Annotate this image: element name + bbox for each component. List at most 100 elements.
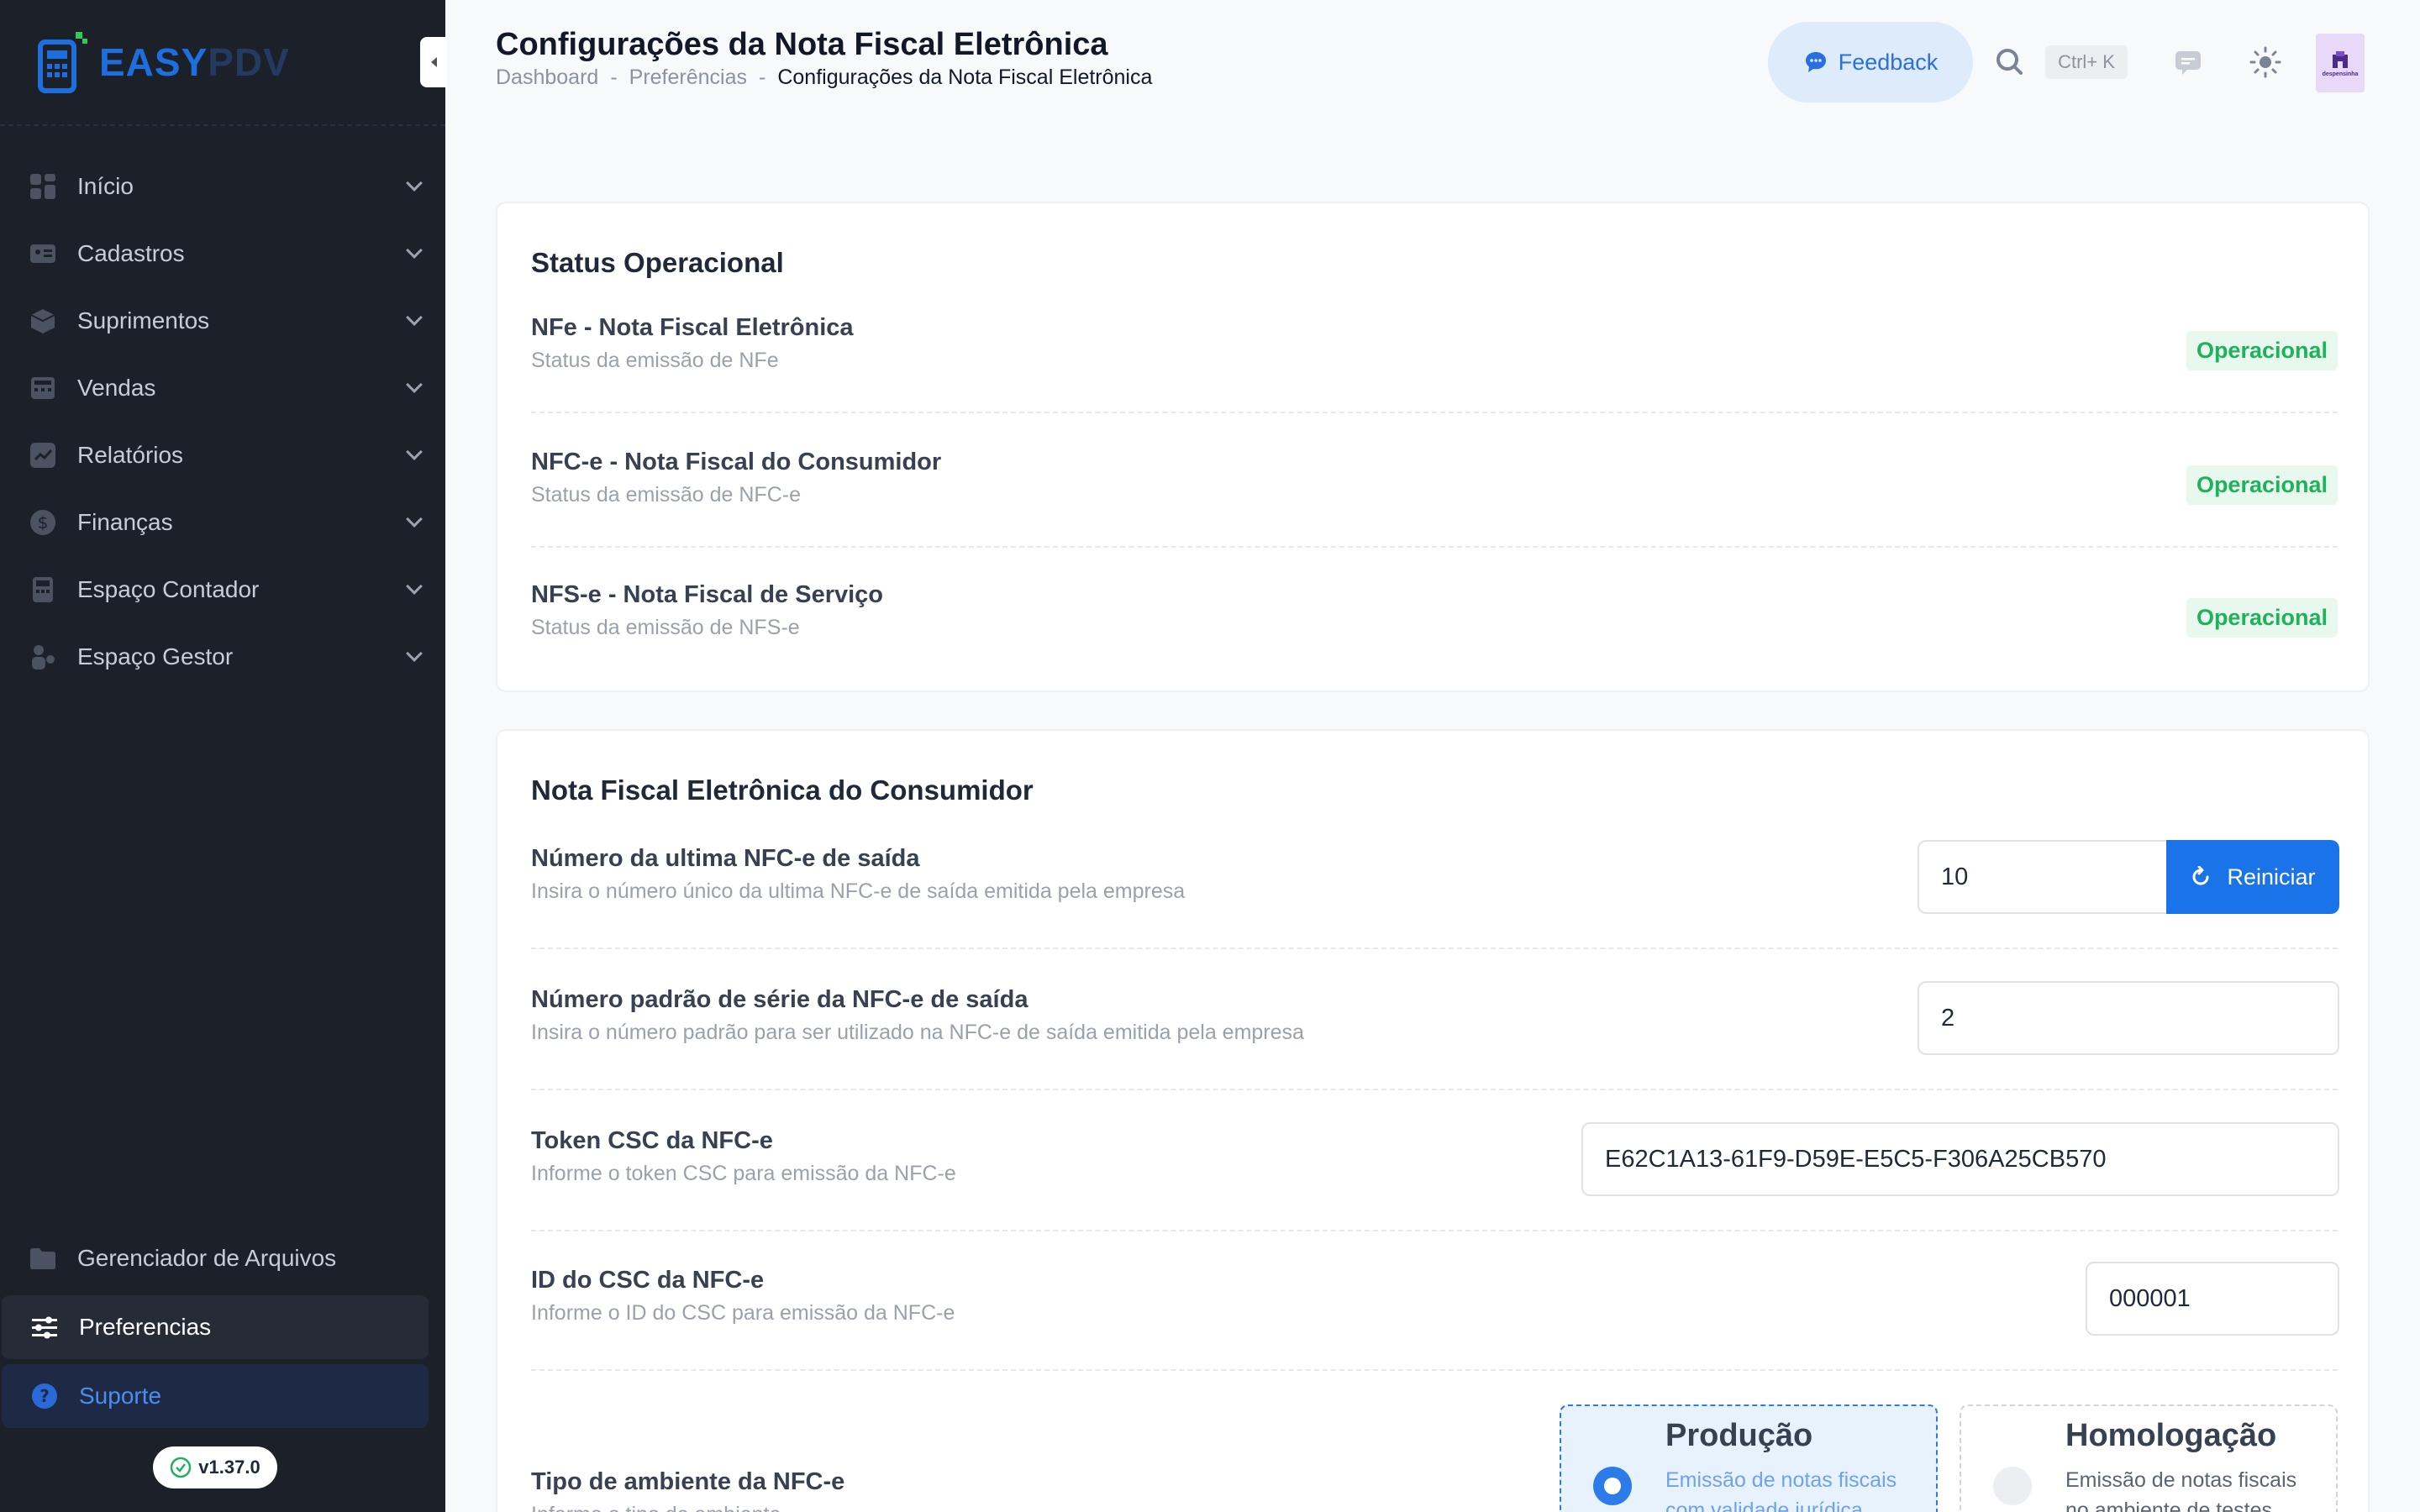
theme-toggle-button[interactable] <box>2247 44 2284 81</box>
sidebar-item-label: Suprimentos <box>77 307 210 333</box>
csc-id-input[interactable]: 000001 <box>2086 1262 2339 1336</box>
chevron-down-icon <box>406 578 423 595</box>
breadcrumb-preferencias[interactable]: Preferências <box>629 66 747 90</box>
sidebar-item-espaco-contador[interactable]: Espaço Contador <box>0 556 445 623</box>
manager-icon <box>29 643 57 671</box>
chevron-down-icon <box>406 175 423 192</box>
status-row-subtitle: Status da emissão de NFe <box>531 349 779 372</box>
sidebar-item-label: Cadastros <box>77 240 185 266</box>
sidebar-item-label: Início <box>77 173 134 199</box>
sidebar-item-inicio[interactable]: Início <box>0 153 445 220</box>
sidebar-item-preferencias[interactable]: Preferencias <box>2 1295 429 1359</box>
help-icon: ? <box>30 1382 59 1410</box>
breadcrumb-separator: - <box>610 66 618 89</box>
brand-easy: EASY <box>99 40 208 84</box>
refresh-icon <box>2193 866 2209 885</box>
environment-option-desc: Emissão de notas fiscais com validade ju… <box>1665 1468 1897 1512</box>
message-icon <box>2175 51 2201 75</box>
last-number-input[interactable]: 10 <box>1918 840 2170 914</box>
nfce-csc-id-row: ID do CSC da NFC-e Informe o ID do CSC p… <box>531 1267 2338 1326</box>
reset-button[interactable]: Reiniciar <box>2166 840 2339 914</box>
status-row-nfse: NFS-e - Nota Fiscal de Serviço Status da… <box>531 581 2338 640</box>
field-description: Informe o ID do CSC para emissão da NFC-… <box>531 1301 955 1325</box>
svg-text:?: ? <box>39 1386 50 1406</box>
sidebar-item-relatorios[interactable]: Relatórios <box>0 422 445 489</box>
notifications-button[interactable] <box>2171 45 2205 79</box>
csc-token-input[interactable]: E62C1A13-61F9-D59E-E5C5-F306A25CB570 <box>1581 1122 2339 1196</box>
reset-button-label: Reiniciar <box>2227 864 2316 890</box>
nfce-card-title: Nota Fiscal Eletrônica do Consumidor <box>531 774 1034 806</box>
sidebar-item-gerenciador-arquivos[interactable]: Gerenciador de Arquivos <box>0 1226 445 1290</box>
field-title: ID do CSC da NFC-e <box>531 1267 765 1294</box>
sidebar-item-financas[interactable]: $ Finanças <box>0 489 445 556</box>
breadcrumb-separator: - <box>759 66 766 89</box>
search-button[interactable] <box>1993 45 2027 79</box>
sliders-icon <box>30 1313 59 1341</box>
environment-option-homologacao[interactable]: Homologação Emissão de notas fiscais no … <box>1960 1404 2338 1512</box>
sidebar: EASYPDV Início Cadastros Suprimentos Ven… <box>0 0 445 1512</box>
status-row-nfe: NFe - Nota Fiscal Eletrônica Status da e… <box>531 314 2338 373</box>
search-icon <box>1996 49 2023 75</box>
row-divider <box>531 1230 2338 1231</box>
sidebar-nav: Início Cadastros Suprimentos Vendas Rela… <box>0 153 445 690</box>
chevron-down-icon <box>406 511 423 528</box>
row-divider <box>531 1089 2338 1090</box>
sidebar-item-label: Preferencias <box>79 1314 212 1340</box>
environment-option-producao[interactable]: Produção Emissão de notas fiscais com va… <box>1560 1404 1938 1512</box>
feedback-label: Feedback <box>1838 49 1939 75</box>
version-text: v1.37.0 <box>198 1457 260 1478</box>
sidebar-item-label: Suporte <box>79 1383 162 1409</box>
store-logo-icon <box>2333 50 2348 68</box>
series-input[interactable]: 2 <box>1918 981 2339 1055</box>
row-divider <box>531 1369 2338 1371</box>
pos-terminal-logo-icon <box>38 32 87 93</box>
status-row-subtitle: Status da emissão de NFC-e <box>531 483 801 507</box>
brand-pdv: PDV <box>208 40 290 84</box>
status-badge: Operacional <box>2186 465 2338 505</box>
chevron-left-icon <box>430 57 437 67</box>
environment-option-title: Produção <box>1665 1418 1813 1453</box>
sidebar-item-vendas[interactable]: Vendas <box>0 354 445 422</box>
sidebar-item-espaco-gestor[interactable]: Espaço Gestor <box>0 623 445 690</box>
page-title: Configurações da Nota Fiscal Eletrônica <box>496 27 1108 62</box>
sidebar-divider <box>0 124 445 126</box>
sidebar-item-suprimentos[interactable]: Suprimentos <box>0 287 445 354</box>
app-logo[interactable]: EASYPDV <box>37 29 290 96</box>
breadcrumb-current: Configurações da Nota Fiscal Eletrônica <box>777 66 1153 89</box>
chevron-down-icon <box>406 645 423 662</box>
calculator-icon <box>29 575 57 604</box>
radio-selected-icon <box>1593 1467 1632 1505</box>
chart-icon <box>29 441 57 470</box>
search-shortcut-hint: Ctrl+ K <box>2045 45 2128 79</box>
sidebar-item-label: Espaço Gestor <box>77 643 234 669</box>
sidebar-item-label: Vendas <box>77 375 156 401</box>
sidebar-collapse-button[interactable] <box>420 37 447 87</box>
sidebar-item-label: Gerenciador de Arquivos <box>77 1245 337 1271</box>
status-row-title: NFS-e - Nota Fiscal de Serviço <box>531 581 884 608</box>
row-divider <box>531 412 2338 413</box>
status-row-subtitle: Status da emissão de NFS-e <box>531 616 800 639</box>
row-divider <box>531 948 2338 949</box>
folder-icon <box>29 1244 57 1273</box>
version-badge: v1.37.0 <box>153 1446 277 1488</box>
id-card-icon <box>29 239 57 268</box>
environment-option-desc: Emissão de notas fiscais no ambiente de … <box>2065 1468 2297 1512</box>
svg-text:$: $ <box>38 512 49 533</box>
sun-icon <box>2249 46 2281 78</box>
chat-bubble-icon <box>1805 52 1826 72</box>
status-badge: Operacional <box>2186 598 2338 638</box>
avatar-text: despensinha <box>2322 71 2359 77</box>
dollar-icon: $ <box>29 508 57 537</box>
sidebar-item-suporte[interactable]: ? Suporte <box>2 1364 429 1428</box>
sidebar-item-cadastros[interactable]: Cadastros <box>0 220 445 287</box>
feedback-button[interactable]: Feedback <box>1768 22 1973 102</box>
sidebar-item-label: Relatórios <box>77 442 184 468</box>
brand-name: EASYPDV <box>99 39 290 85</box>
status-row-nfce: NFC-e - Nota Fiscal do Consumidor Status… <box>531 449 2338 507</box>
sidebar-item-label: Espaço Contador <box>77 576 260 602</box>
avatar[interactable]: despensinha <box>2316 34 2365 92</box>
breadcrumb-dashboard[interactable]: Dashboard <box>496 66 598 90</box>
nfce-card: Nota Fiscal Eletrônica do Consumidor Núm… <box>496 729 2370 1512</box>
status-row-title: NFC-e - Nota Fiscal do Consumidor <box>531 449 942 475</box>
environment-option-title: Homologação <box>2065 1418 2277 1453</box>
